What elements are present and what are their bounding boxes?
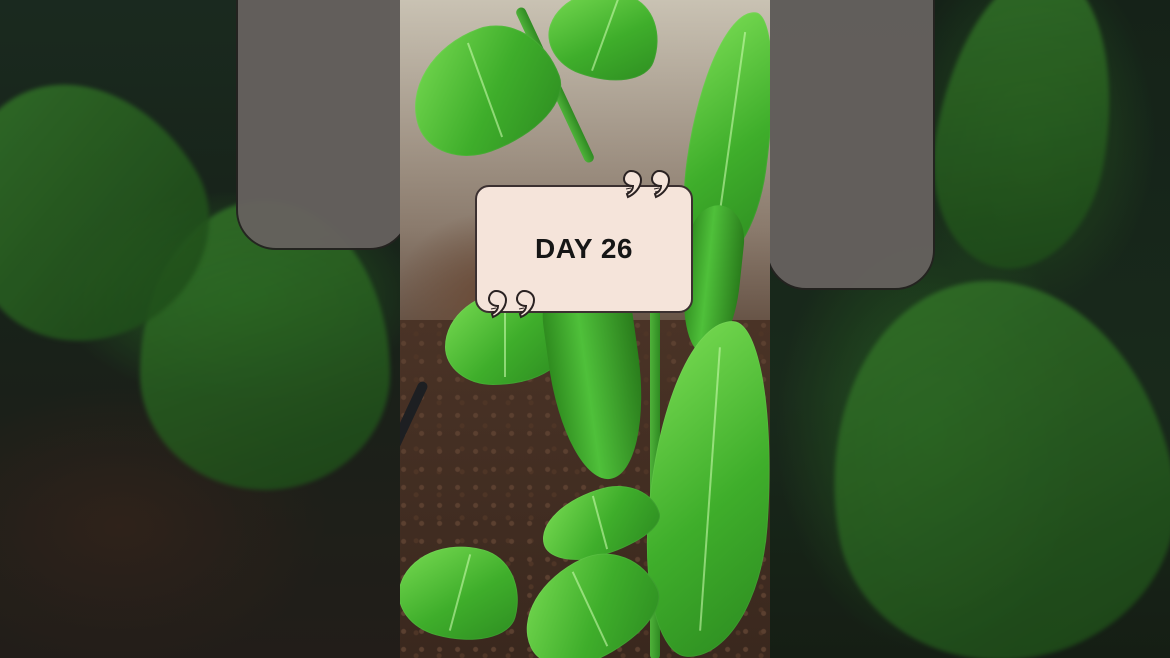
dim-overlay [0,0,400,658]
quote-open-icon [485,289,507,319]
blurred-background-left [0,0,400,658]
quote-open-icon [513,289,535,319]
dim-overlay [770,0,1170,658]
blurred-background-right [770,0,1170,658]
pepper-plant-photo [400,0,770,658]
quote-close-icon [648,169,670,199]
day-title-card: DAY 26 [475,169,693,319]
day-title: DAY 26 [535,233,633,264]
quote-close-icon [620,169,642,199]
